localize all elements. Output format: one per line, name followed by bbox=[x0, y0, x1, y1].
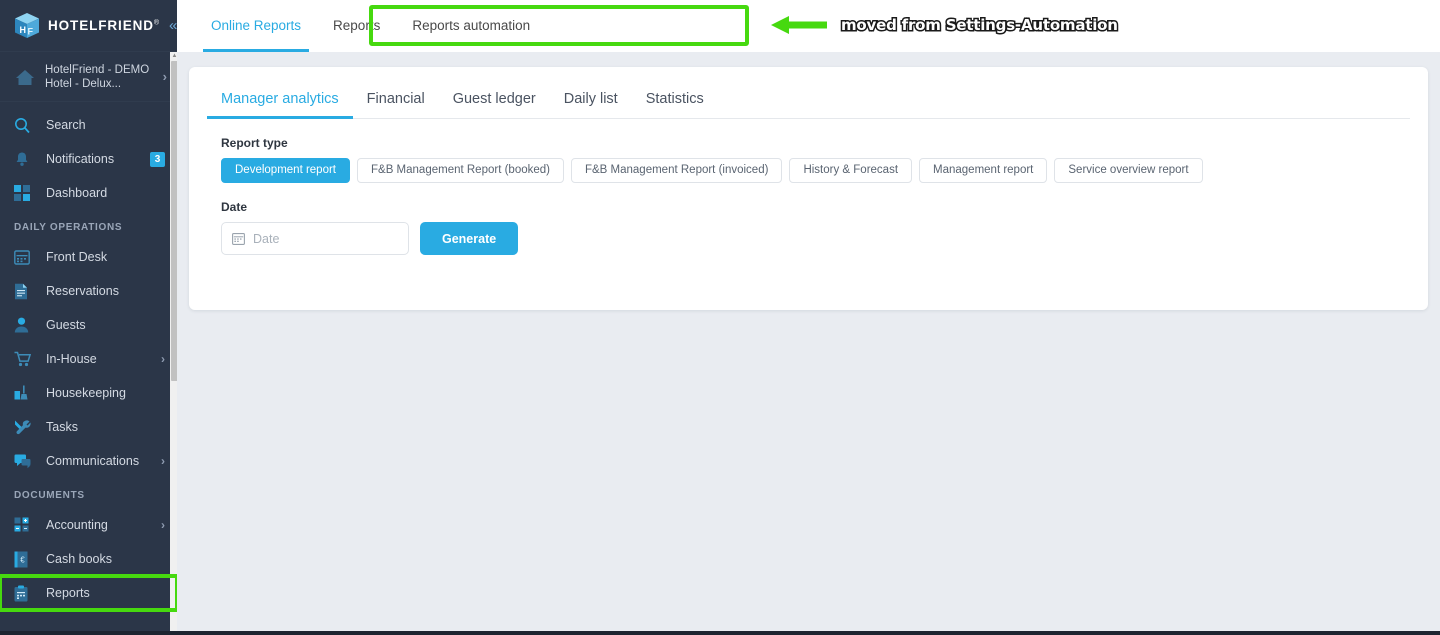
cart-icon bbox=[14, 350, 36, 368]
report-type-fb-booked[interactable]: F&B Management Report (booked) bbox=[357, 158, 564, 183]
date-input[interactable] bbox=[253, 231, 393, 246]
left-arrow-annotation-icon bbox=[771, 16, 827, 34]
sidebar-item-front-desk[interactable]: Front Desk bbox=[0, 240, 177, 274]
home-icon bbox=[16, 69, 34, 85]
sidebar-section-documents: DOCUMENTS bbox=[14, 490, 85, 501]
svg-text:F: F bbox=[28, 27, 34, 37]
sidebar-item-search[interactable]: Search bbox=[0, 108, 177, 142]
brand-name: HOTELFRIEND bbox=[48, 18, 154, 33]
calendar-icon bbox=[14, 248, 36, 266]
sidebar-item-housekeeping[interactable]: Housekeeping bbox=[0, 376, 177, 410]
report-type-label: Report type bbox=[221, 136, 288, 150]
sidebar-item-communications[interactable]: Communications › bbox=[0, 444, 177, 478]
hotel-selector[interactable]: HotelFriend - DEMO Hotel - Delux... › bbox=[0, 52, 177, 102]
sidebar-item-label: Dashboard bbox=[46, 186, 108, 200]
bell-icon bbox=[14, 150, 36, 168]
cube-hf-icon: H F bbox=[15, 13, 39, 38]
top-tab-bar: Online Reports Reports Reports automatio… bbox=[177, 0, 1440, 52]
sidebar-item-label: Communications bbox=[46, 454, 140, 468]
generate-button[interactable]: Generate bbox=[420, 222, 519, 255]
scrollbar-thumb[interactable] bbox=[171, 61, 177, 381]
sidebar-item-cash-books[interactable]: € Cash books bbox=[0, 542, 177, 576]
app-root: H F HOTELFRIEND® « HotelFriend - DEMO Ho… bbox=[0, 0, 1440, 635]
sidebar-item-label: Front Desk bbox=[46, 250, 108, 264]
tools-icon bbox=[14, 418, 36, 436]
sidebar-section-daily-operations: DAILY OPERATIONS bbox=[14, 222, 123, 233]
bottom-strip bbox=[0, 631, 1440, 635]
tab-statistics[interactable]: Statistics bbox=[632, 81, 718, 118]
sidebar-item-label: In-House bbox=[46, 352, 97, 366]
report-tabs: Manager analytics Financial Guest ledger… bbox=[207, 67, 1410, 119]
notifications-badge: 3 bbox=[150, 151, 165, 167]
tab-reports-automation[interactable]: Reports automation bbox=[396, 0, 546, 52]
chevron-right-icon: › bbox=[162, 69, 167, 84]
calendar-icon bbox=[232, 233, 245, 245]
date-label: Date bbox=[221, 200, 248, 214]
document-icon bbox=[14, 282, 36, 300]
svg-text:€: € bbox=[20, 555, 25, 564]
main-area: Online Reports Reports Reports automatio… bbox=[177, 0, 1440, 635]
sidebar-item-reports[interactable]: Reports bbox=[0, 574, 177, 612]
tab-guest-ledger[interactable]: Guest ledger bbox=[439, 81, 550, 118]
sidebar-item-label: Accounting bbox=[46, 518, 108, 532]
report-type-history-forecast[interactable]: History & Forecast bbox=[789, 158, 913, 183]
sidebar-item-label: Search bbox=[46, 118, 86, 132]
sidebar-item-notifications[interactable]: Notifications 3 bbox=[0, 142, 177, 176]
report-card: Manager analytics Financial Guest ledger… bbox=[189, 67, 1428, 310]
sidebar-item-label: Cash books bbox=[46, 552, 113, 566]
tab-manager-analytics[interactable]: Manager analytics bbox=[207, 81, 353, 119]
chat-icon bbox=[14, 452, 36, 470]
double-chevron-left-icon[interactable]: « bbox=[169, 18, 177, 33]
clipboard-icon bbox=[14, 584, 36, 602]
tab-online-reports[interactable]: Online Reports bbox=[195, 0, 317, 52]
sidebar-item-tasks[interactable]: Tasks bbox=[0, 410, 177, 444]
sidebar-item-label: Reports bbox=[46, 586, 90, 600]
user-icon bbox=[14, 316, 36, 334]
hotel-selector-label: HotelFriend - DEMO Hotel - Delux... bbox=[45, 63, 150, 90]
sidebar-item-accounting[interactable]: Accounting › bbox=[0, 508, 177, 542]
sidebar-item-label: Reservations bbox=[46, 284, 119, 298]
sidebar-item-label: Tasks bbox=[46, 420, 78, 434]
sidebar-item-label: Housekeeping bbox=[46, 386, 126, 400]
svg-text:H: H bbox=[20, 25, 27, 35]
broom-icon bbox=[14, 384, 36, 402]
calculator-icon bbox=[14, 516, 36, 534]
sidebar-nav: Search Notifications 3 Dashboard DAILY O… bbox=[0, 102, 177, 612]
annotation-text: moved from Settings-Automation bbox=[840, 15, 1120, 36]
chevron-right-icon: › bbox=[161, 454, 165, 468]
chevron-right-icon: › bbox=[161, 518, 165, 532]
sidebar-item-guests[interactable]: Guests bbox=[0, 308, 177, 342]
brand-wordmark: HOTELFRIEND® bbox=[48, 18, 160, 33]
brand-logo-bar: H F HOTELFRIEND® « bbox=[0, 0, 177, 52]
sidebar: H F HOTELFRIEND® « HotelFriend - DEMO Ho… bbox=[0, 0, 177, 635]
sidebar-item-label: Notifications bbox=[46, 152, 115, 166]
content-area: Manager analytics Financial Guest ledger… bbox=[177, 52, 1440, 635]
sidebar-item-reservations[interactable]: Reservations bbox=[0, 274, 177, 308]
report-type-options: Development report F&B Management Report… bbox=[207, 158, 1410, 183]
sidebar-item-in-house[interactable]: In-House › bbox=[0, 342, 177, 376]
sidebar-item-label: Guests bbox=[46, 318, 86, 332]
scrollbar-up-arrow-icon[interactable]: ▲ bbox=[171, 52, 177, 60]
sidebar-item-dashboard[interactable]: Dashboard bbox=[0, 176, 177, 210]
book-icon: € bbox=[14, 550, 36, 568]
date-row: Generate bbox=[207, 222, 1410, 255]
search-icon bbox=[14, 116, 36, 134]
grid-icon bbox=[14, 184, 36, 202]
top-tabs: Online Reports Reports Reports automatio… bbox=[177, 0, 546, 52]
report-type-service-overview[interactable]: Service overview report bbox=[1054, 158, 1203, 183]
sidebar-scrollbar[interactable]: ▲ bbox=[170, 52, 177, 635]
date-input-wrapper[interactable] bbox=[221, 222, 409, 255]
report-type-management-report[interactable]: Management report bbox=[919, 158, 1048, 183]
tab-daily-list[interactable]: Daily list bbox=[550, 81, 632, 118]
tab-financial[interactable]: Financial bbox=[353, 81, 439, 118]
report-type-development-report[interactable]: Development report bbox=[221, 158, 350, 183]
chevron-right-icon: › bbox=[161, 352, 165, 366]
report-type-fb-invoiced[interactable]: F&B Management Report (invoiced) bbox=[570, 158, 783, 183]
tab-reports[interactable]: Reports bbox=[317, 0, 396, 52]
brand-registered-mark: ® bbox=[153, 19, 160, 27]
annotation-group: moved from Settings-Automation bbox=[769, 13, 1120, 37]
